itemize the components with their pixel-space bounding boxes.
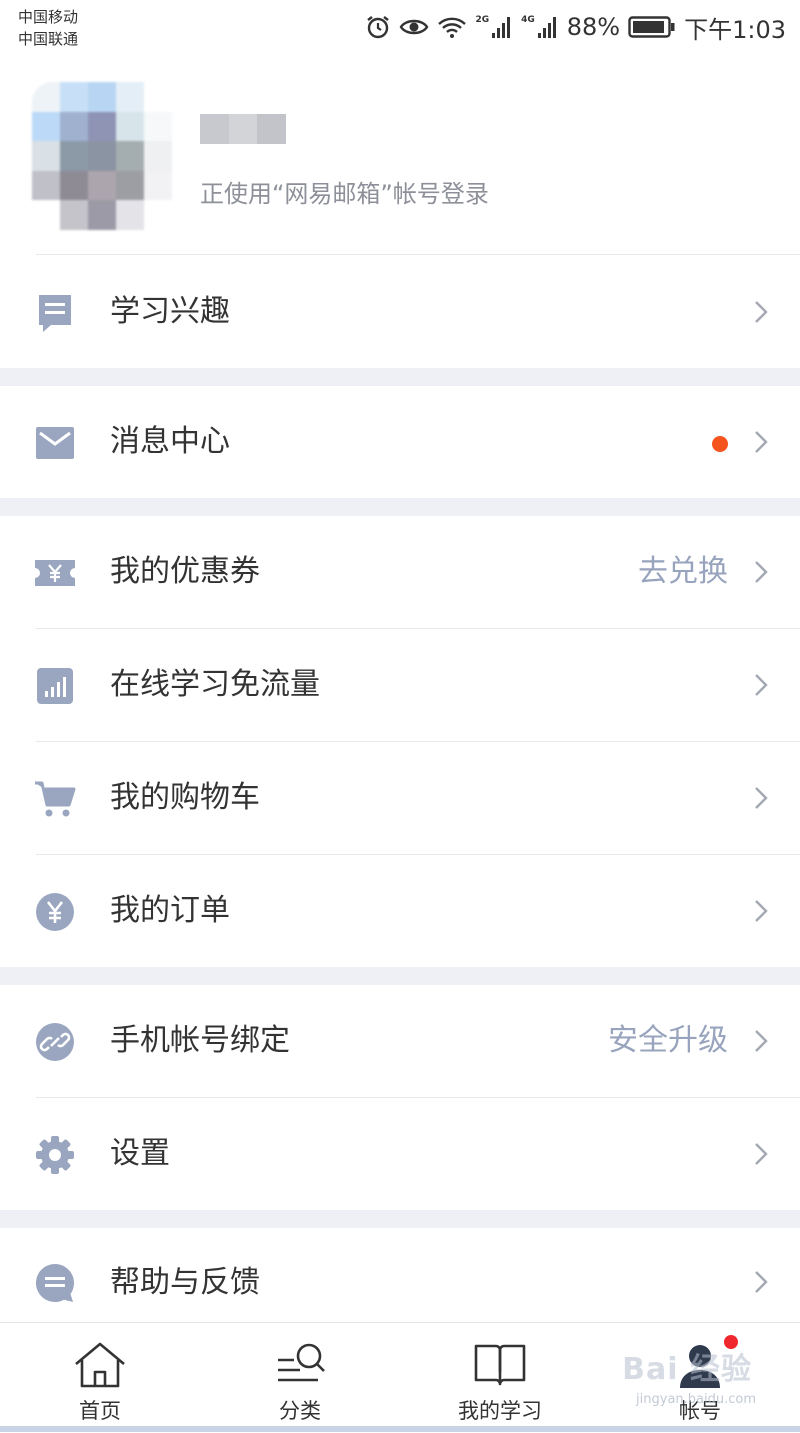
menu-item-label: 设置 [110, 1136, 170, 1171]
login-status-text: 正使用“网易邮箱”帐号登录 [200, 180, 489, 208]
baidu-watermark-url: jingyan.baidu.com [636, 1392, 756, 1407]
menu-item-cart[interactable]: 我的购物车 [0, 742, 800, 854]
signal-icon [537, 15, 559, 39]
home-icon [70, 1337, 130, 1393]
unread-dot [712, 436, 728, 452]
tab-label: 首页 [79, 1399, 121, 1423]
chevron-right-icon [755, 900, 768, 922]
bottom-edge [0, 1426, 800, 1432]
menu-item-settings[interactable]: 设置 [0, 1098, 800, 1210]
menu-item-message-center[interactable]: 消息中心 [0, 386, 800, 498]
coupon-icon [34, 552, 76, 594]
menu-item-learning-interest[interactable]: 学习兴趣 [0, 256, 800, 368]
tab-category[interactable]: 分类 [200, 1323, 400, 1431]
mail-icon [34, 422, 76, 464]
chevron-right-icon [755, 1271, 768, 1293]
chevron-right-icon [755, 674, 768, 696]
open-book-icon [470, 1337, 530, 1393]
menu-item-label: 我的订单 [110, 893, 230, 928]
carrier-2: 中国联通 [18, 30, 79, 48]
security-upgrade-link[interactable]: 安全升级 [608, 985, 728, 1097]
menu-item-help-feedback[interactable]: 帮助与反馈 [0, 1228, 800, 1322]
section-gap [0, 1210, 800, 1228]
tab-label: 我的学习 [458, 1399, 542, 1423]
avatar[interactable] [32, 82, 172, 230]
chevron-right-icon [755, 787, 768, 809]
battery-icon [628, 15, 676, 39]
menu-item-label: 学习兴趣 [110, 294, 230, 329]
chat-bubble-icon [34, 1262, 76, 1304]
baidu-watermark: Bai 经验 [622, 1352, 752, 1387]
gear-icon [34, 1134, 76, 1176]
chevron-right-icon [755, 1030, 768, 1052]
menu-item-coupons[interactable]: 我的优惠券 去兑换 [0, 516, 800, 628]
menu-item-free-data[interactable]: 在线学习免流量 [0, 629, 800, 741]
chevron-right-icon [755, 561, 768, 583]
section-gap [0, 967, 800, 985]
menu-item-label: 手机帐号绑定 [110, 1023, 290, 1058]
menu-item-label: 我的购物车 [110, 780, 260, 815]
profile-header[interactable]: 正使用“网易邮箱”帐号登录 [0, 56, 800, 254]
link-icon [34, 1021, 76, 1063]
cart-icon [34, 778, 76, 820]
menu-item-label: 消息中心 [110, 424, 230, 459]
clock-time: 下午1:03 [684, 15, 786, 44]
menu-item-orders[interactable]: 我的订单 [0, 855, 800, 967]
status-icons: 2G 4G 88% 下午1:03 [365, 10, 786, 44]
menu-item-phone-binding[interactable]: 手机帐号绑定 安全升级 [0, 985, 800, 1097]
tab-home[interactable]: 首页 [0, 1323, 200, 1431]
menu-item-label: 我的优惠券 [110, 554, 260, 589]
username-redacted [200, 114, 287, 144]
tab-label: 分类 [279, 1399, 321, 1423]
carrier-1: 中国移动 [18, 8, 79, 26]
category-search-icon [270, 1337, 330, 1393]
alarm-icon [365, 14, 391, 40]
chevron-right-icon [755, 301, 768, 323]
section-gap [0, 368, 800, 386]
tab-my-learning[interactable]: 我的学习 [400, 1323, 600, 1431]
redeem-link[interactable]: 去兑换 [638, 516, 728, 628]
battery-percent: 88% [566, 13, 621, 41]
bookmark-icon [34, 292, 76, 334]
divider [36, 254, 800, 255]
signal-icon [491, 15, 513, 39]
yen-icon [34, 891, 76, 933]
eye-icon [399, 16, 429, 38]
chevron-right-icon [755, 431, 768, 453]
section-gap [0, 498, 800, 516]
carrier-info: 中国移动 中国联通 [18, 6, 78, 50]
status-bar: 中国移动 中国联通 2G 4G 88% 下午1:03 [0, 0, 800, 56]
chevron-right-icon [755, 1143, 768, 1165]
network-4g-label: 4G [521, 15, 535, 25]
network-2g-label: 2G [475, 15, 490, 25]
signal-chart-icon [34, 665, 76, 707]
wifi-icon [437, 15, 467, 39]
menu-item-label: 在线学习免流量 [110, 667, 320, 702]
